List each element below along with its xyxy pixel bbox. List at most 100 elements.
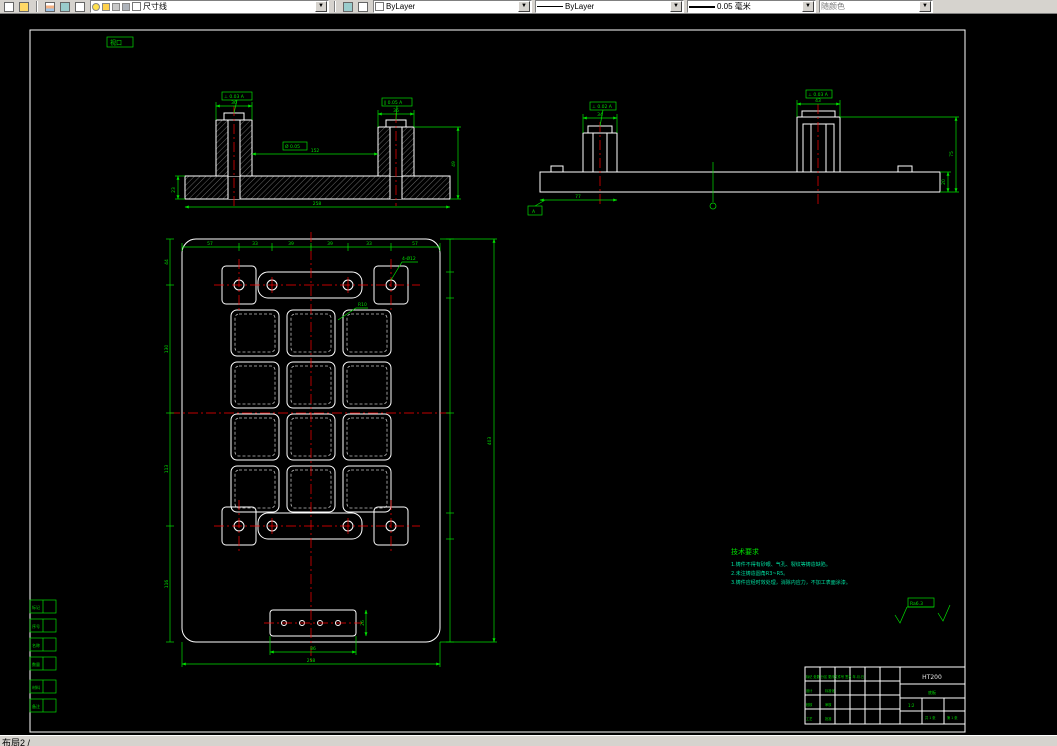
- toolbar-separator: [36, 1, 38, 12]
- side-view: 34 ⊥ 0.02 A 43 ⊥ 0.03 A 20 75 77 A: [527, 89, 959, 216]
- dimension-label: 39: [327, 241, 333, 247]
- chevron-down-icon[interactable]: ▼: [670, 1, 682, 12]
- datum-frame-label: ∥ 0.05 A: [384, 100, 403, 106]
- front-section-view: 36 36 152 23 49 258 ⊥ 0.03 A ∥ 0.05 A Ø …: [171, 91, 461, 209]
- plan-view: 57 33 39 39 33 57 44 130 113 116 403 86 …: [164, 232, 497, 667]
- color-swatch: [375, 2, 384, 11]
- datum-frame-label: A: [532, 209, 536, 215]
- datum-frame-label: Ø 0.05: [285, 143, 300, 150]
- chevron-down-icon[interactable]: ▼: [802, 1, 814, 12]
- autocad-window: 尺寸线 ▼ ByLayer ▼ ByLayer ▼ 0.05 毫米 ▼ 随颜色 …: [0, 0, 1057, 746]
- leader-label: 4-Ø12: [402, 255, 416, 262]
- viewport-tag-label: 视口: [110, 39, 122, 47]
- dimension-label: 75: [949, 151, 955, 157]
- lineweight-combo-value: 0.05 毫米: [717, 2, 751, 11]
- datum-frame-label: ⊥ 0.03 A: [808, 92, 829, 98]
- color-combo-value: ByLayer: [386, 2, 416, 11]
- file-icons: [2, 0, 31, 13]
- layer-tool-icons: [43, 0, 87, 13]
- make-layer-current-icon[interactable]: [58, 0, 72, 13]
- dimension-label: 77: [575, 194, 581, 200]
- edge-box-label: 序号: [32, 623, 40, 629]
- edge-box-label: 材料: [32, 684, 40, 690]
- dimension-label: 86: [310, 646, 316, 652]
- layer-combo-value: 尺寸线: [143, 2, 167, 11]
- viewport-tag[interactable]: 视口: [106, 36, 134, 48]
- leader-label: R10: [358, 302, 367, 308]
- layer-freeze-icon: [102, 2, 110, 11]
- layer-color-chip: [132, 2, 141, 11]
- edge-box-label: 数量: [32, 661, 40, 667]
- chevron-down-icon[interactable]: ▼: [518, 1, 530, 12]
- technical-notes: 技术要求 1.铸件不得有砂眼、气孔、裂纹等铸造缺陷。 2.未注铸造圆角R3~R5…: [731, 547, 851, 586]
- layer-properties-icon[interactable]: [43, 0, 57, 13]
- layer-plot-icon: [122, 2, 130, 11]
- color-combo[interactable]: ByLayer ▼: [373, 0, 532, 13]
- layer-previous-icon[interactable]: [73, 0, 87, 13]
- plotstyle-combo-value: 随颜色: [821, 2, 845, 11]
- dimension-label: 39: [288, 241, 294, 247]
- linetype-sample: [537, 6, 563, 7]
- notes-title: 技术要求: [731, 547, 759, 556]
- new-file-icon[interactable]: [2, 0, 16, 13]
- dimension-label: 26: [360, 620, 366, 626]
- dimension-label: 36: [393, 108, 399, 114]
- toolbar: 尺寸线 ▼ ByLayer ▼ ByLayer ▼ 0.05 毫米 ▼ 随颜色 …: [0, 0, 1057, 14]
- dimension-label: 403: [487, 437, 493, 446]
- layer-combo[interactable]: 尺寸线 ▼: [90, 0, 329, 13]
- dimension-label: 113: [164, 465, 170, 474]
- sheet-label: 第 1 张: [947, 715, 958, 720]
- plotstyle-combo[interactable]: 随颜色 ▼: [819, 0, 933, 13]
- match-properties-icon[interactable]: [341, 0, 355, 13]
- lineweight-combo[interactable]: 0.05 毫米 ▼: [687, 0, 816, 13]
- datum-frame-label: ⊥ 0.02 A: [592, 104, 613, 110]
- dimension-label: 44: [164, 259, 170, 265]
- layer-lock-icon: [112, 2, 120, 11]
- sheet-label: 共 1 张: [925, 715, 936, 720]
- statusbar: 布局2 /: [0, 735, 1057, 746]
- dimension-label: 130: [164, 345, 170, 354]
- datum-frame-label: ⊥ 0.03 A: [224, 94, 245, 100]
- properties-icons: [341, 0, 370, 13]
- linetype-combo-value: ByLayer: [565, 2, 595, 11]
- title-block-row: 工艺 批准: [806, 716, 832, 721]
- dimension-label: 152: [311, 148, 320, 154]
- toolbar-separator: [334, 1, 336, 12]
- dimension-label: 20: [941, 179, 947, 185]
- dimension-label: 33: [252, 241, 258, 247]
- dimension-label: 33: [366, 241, 372, 247]
- note-line: 2.未注铸造圆角R3~R5。: [731, 570, 788, 577]
- chevron-down-icon[interactable]: ▼: [315, 1, 327, 12]
- note-line: 3.铸件应经时效处理，消除内应力，不加工表面涂漆。: [731, 579, 851, 586]
- drawing-canvas[interactable]: 标记 序号 名称 数量 材料 备注 视口 36 36 152 23 49 258…: [0, 14, 1057, 735]
- title-block-row: 标记 处数 分区 更改文件号 签名 年.月.日: [806, 674, 864, 679]
- bottom-boss: [264, 609, 362, 637]
- title-block-row: 校核 审核: [806, 702, 832, 707]
- layer-on-icon: [92, 2, 100, 11]
- edge-box-label: 标记: [32, 604, 40, 610]
- linetype-combo[interactable]: ByLayer ▼: [535, 0, 684, 13]
- cad-drawing: 标记 序号 名称 数量 材料 备注 视口 36 36 152 23 49 258…: [29, 29, 966, 733]
- border-edge-boxes: 标记 序号 名称 数量 材料 备注: [29, 599, 57, 713]
- title-block: HT200 底板 标记 处数 分区 更改文件号 签名 年.月.日 设计 标准化 …: [804, 666, 966, 725]
- edge-box-label: 备注: [32, 703, 40, 709]
- dimension-label: 57: [207, 241, 213, 247]
- dimension-label: 43: [815, 98, 821, 104]
- dimension-label: 258: [313, 201, 322, 207]
- chevron-down-icon[interactable]: ▼: [919, 1, 931, 12]
- properties-icon[interactable]: [356, 0, 370, 13]
- dimension-label: 57: [412, 241, 418, 247]
- surface-finish-symbols: Ra6.3: [894, 597, 951, 624]
- dimension-label: 258: [307, 658, 316, 664]
- layout-tab[interactable]: 布局2 /: [2, 736, 30, 746]
- material-label: HT200: [922, 674, 942, 681]
- edge-box-label: 名称: [32, 642, 40, 648]
- dimension-label: 116: [164, 580, 170, 589]
- note-line: 1.铸件不得有砂眼、气孔、裂纹等铸造缺陷。: [731, 561, 831, 568]
- scale-label: 1:2: [908, 703, 915, 708]
- lineweight-sample: [689, 5, 715, 8]
- part-name-label: 底板: [928, 689, 936, 695]
- open-file-icon[interactable]: [17, 0, 31, 13]
- dimension-label: 23: [171, 187, 177, 193]
- title-block-row: 设计 标准化: [806, 688, 835, 693]
